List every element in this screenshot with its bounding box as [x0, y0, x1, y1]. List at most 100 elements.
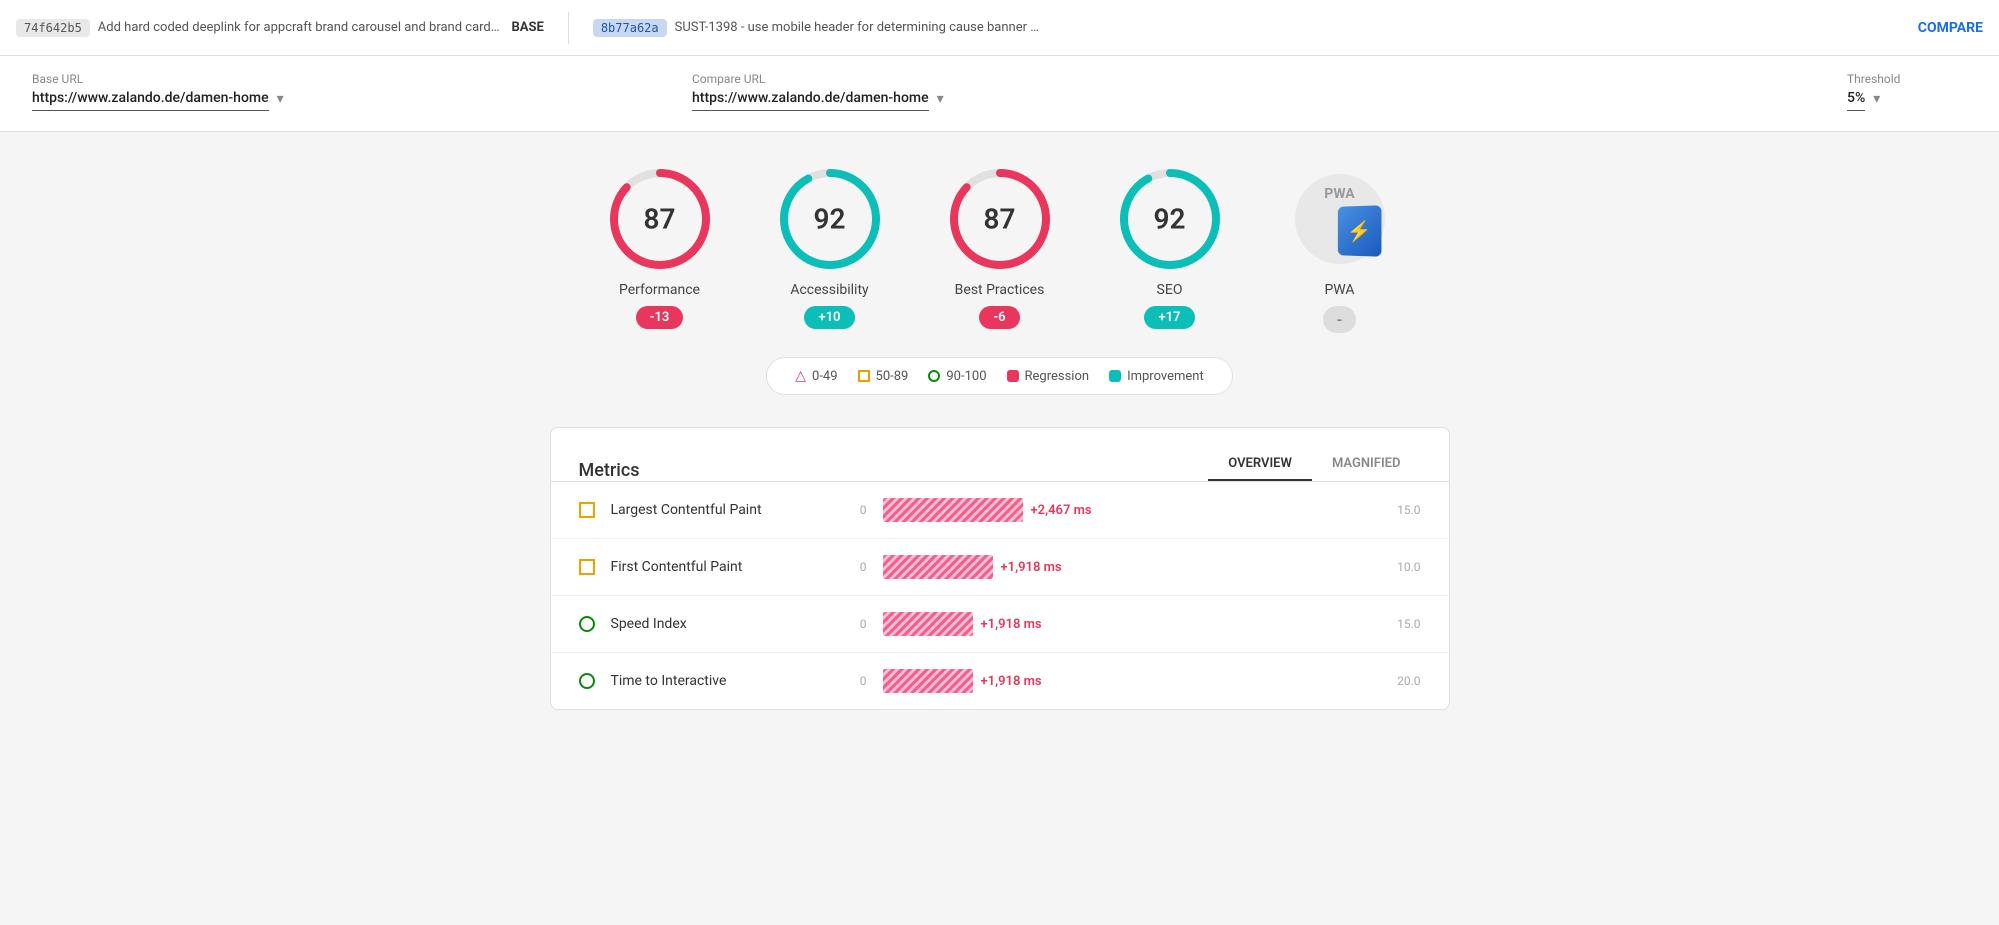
performance-badge: -13 — [636, 306, 684, 329]
base-commit-label: Add hard coded deeplink for appcraft bra… — [98, 20, 500, 35]
table-row: Speed Index 0 +1,918 ms 15.0 — [551, 596, 1449, 653]
seo-value: 92 — [1154, 203, 1186, 236]
metric-end-tti: 20.0 — [1381, 674, 1421, 688]
compare-url-value[interactable]: https://www.zalando.de/damen-home — [692, 90, 929, 111]
compare-url-label: Compare URL — [692, 72, 1823, 86]
base-url-value[interactable]: https://www.zalando.de/damen-home — [32, 90, 269, 111]
bar-hatched-tti — [883, 669, 973, 693]
pwa-bolt-icon: ⚡ — [1346, 219, 1371, 243]
compare-url-group: Compare URL https://www.zalando.de/damen… — [692, 72, 1823, 111]
base-url-dropdown-icon[interactable]: ▾ — [277, 91, 284, 107]
legend-regression-label: Regression — [1025, 369, 1090, 384]
score-accessibility: 92 Accessibility +10 — [775, 164, 885, 333]
performance-value: 87 — [644, 203, 676, 236]
seo-badge: +17 — [1144, 306, 1194, 329]
pwa-label: PWA — [1324, 282, 1354, 298]
bar-hatched-fcp — [883, 555, 993, 579]
table-row: Time to Interactive 0 +1,918 ms 20.0 — [551, 653, 1449, 709]
circle-green-icon — [928, 370, 940, 382]
square-orange-icon — [858, 370, 870, 382]
base-commit: 74f642b5 Add hard coded deeplink for app… — [16, 15, 544, 41]
metrics-card: Metrics OVERVIEW MAGNIFIED Largest Conte… — [550, 427, 1450, 710]
metric-name-fcp: First Contentful Paint — [611, 559, 831, 575]
pwa-text-label: PWA — [1324, 186, 1354, 202]
legend-regression: Regression — [1007, 369, 1090, 384]
metric-bar-inner-fcp: +1,918 ms — [883, 555, 1062, 579]
metric-bar-inner-tti: +1,918 ms — [883, 669, 1042, 693]
tab-overview[interactable]: OVERVIEW — [1208, 448, 1312, 481]
main-content: 87 Performance -13 92 Accessibility +10 — [0, 132, 1999, 911]
compare-commit-label: SUST-1398 - use mobile header for determ… — [675, 20, 1039, 35]
bar-label-tti: +1,918 ms — [981, 674, 1042, 689]
legend-improvement-label: Improvement — [1127, 369, 1204, 384]
threshold-label: Threshold — [1847, 72, 1967, 86]
metric-zero-tti: 0 — [847, 674, 867, 688]
pwa-bg-circle: PWA ⚡ — [1295, 174, 1385, 264]
base-url-group: Base URL https://www.zalando.de/damen-ho… — [32, 72, 692, 111]
metric-name-tti: Time to Interactive — [611, 673, 831, 689]
legend-high: 90-100 — [928, 369, 986, 384]
metric-name-lcp: Largest Contentful Paint — [611, 502, 831, 518]
compare-url-dropdown-icon[interactable]: ▾ — [937, 91, 944, 107]
threshold-dropdown-icon[interactable]: ▾ — [1873, 91, 1880, 107]
circle-green-icon — [579, 616, 595, 632]
performance-label: Performance — [619, 282, 700, 298]
accessibility-value: 92 — [814, 203, 846, 236]
tab-magnified[interactable]: MAGNIFIED — [1312, 448, 1421, 481]
threshold-row: 5% ▾ — [1847, 90, 1967, 111]
metric-zero-lcp: 0 — [847, 503, 867, 517]
pwa-badge-icon: ⚡ — [1337, 205, 1381, 257]
best-practices-badge: -6 — [979, 306, 1019, 329]
triangle-icon: △ — [795, 368, 806, 384]
base-tag: BASE — [511, 20, 543, 35]
best-practices-label: Best Practices — [955, 282, 1045, 298]
bar-hatched-lcp — [883, 498, 1023, 522]
legend-low: △ 0-49 — [795, 368, 837, 384]
bar-label-lcp: +2,467 ms — [1031, 503, 1092, 518]
compare-commit: 8b77a62a SUST-1398 - use mobile header f… — [593, 15, 1039, 41]
base-url-row: https://www.zalando.de/damen-home ▾ — [32, 90, 692, 111]
top-bar-divider — [568, 12, 569, 44]
dot-red-icon — [1007, 370, 1019, 382]
threshold-value[interactable]: 5% — [1847, 90, 1865, 111]
score-pwa: PWA ⚡ PWA - — [1285, 164, 1395, 333]
legend-mid: 50-89 — [858, 369, 909, 384]
legend-low-label: 0-49 — [812, 369, 838, 384]
url-section: Base URL https://www.zalando.de/damen-ho… — [0, 56, 1999, 132]
metric-name-si: Speed Index — [611, 616, 831, 632]
square-orange-icon — [579, 502, 595, 518]
base-hash: 74f642b5 — [16, 19, 90, 37]
metric-zero-fcp: 0 — [847, 560, 867, 574]
metric-bar-lcp: +2,467 ms — [883, 496, 1365, 524]
accessibility-badge: +10 — [804, 306, 854, 329]
bar-label-fcp: +1,918 ms — [1001, 560, 1062, 575]
pwa-icon-container: PWA ⚡ — [1285, 164, 1395, 274]
metric-bar-tti: +1,918 ms — [883, 667, 1365, 695]
best-practices-circle: 87 — [945, 164, 1055, 274]
seo-label: SEO — [1157, 282, 1183, 298]
table-row: First Contentful Paint 0 +1,918 ms 10.0 — [551, 539, 1449, 596]
seo-circle: 92 — [1115, 164, 1225, 274]
performance-circle: 87 — [605, 164, 715, 274]
legend-improvement: Improvement — [1109, 369, 1204, 384]
table-row: Largest Contentful Paint 0 +2,467 ms 15.… — [551, 482, 1449, 539]
score-best-practices: 87 Best Practices -6 — [945, 164, 1055, 333]
accessibility-circle: 92 — [775, 164, 885, 274]
bar-hatched-si — [883, 612, 973, 636]
accessibility-label: Accessibility — [790, 282, 868, 298]
best-practices-value: 87 — [984, 203, 1016, 236]
metric-end-lcp: 15.0 — [1381, 503, 1421, 517]
scores-row: 87 Performance -13 92 Accessibility +10 — [40, 164, 1959, 333]
metrics-title: Metrics — [579, 460, 1209, 481]
score-performance: 87 Performance -13 — [605, 164, 715, 333]
metric-bar-inner-si: +1,918 ms — [883, 612, 1042, 636]
square-orange-icon — [579, 559, 595, 575]
metric-bar-inner-lcp: +2,467 ms — [883, 498, 1092, 522]
compare-hash: 8b77a62a — [593, 19, 667, 37]
score-seo: 92 SEO +17 — [1115, 164, 1225, 333]
legend-bar: △ 0-49 50-89 90-100 Regression Improveme… — [766, 357, 1232, 395]
metrics-header: Metrics OVERVIEW MAGNIFIED — [551, 428, 1449, 481]
metric-bar-fcp: +1,918 ms — [883, 553, 1365, 581]
compare-button[interactable]: COMPARE — [1918, 20, 1983, 36]
metric-end-fcp: 10.0 — [1381, 560, 1421, 574]
